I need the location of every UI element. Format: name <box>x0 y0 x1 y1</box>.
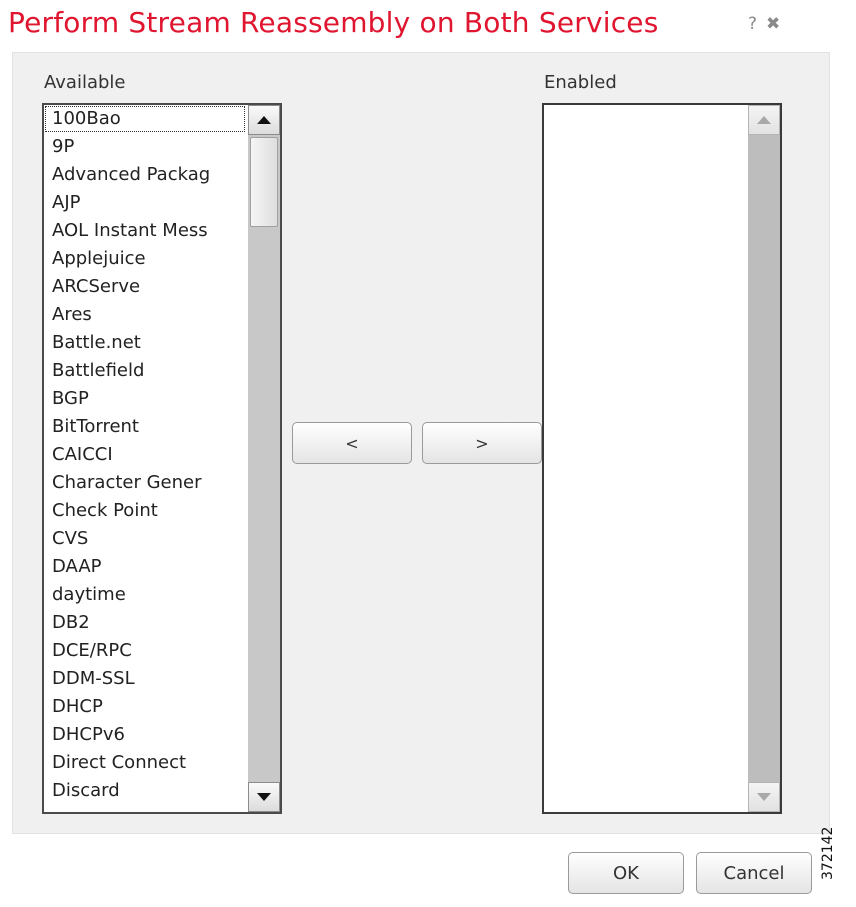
remove-button[interactable]: < <box>292 422 412 464</box>
add-button[interactable]: > <box>422 422 542 464</box>
available-scrollbar[interactable] <box>248 105 280 812</box>
arrow-up-icon <box>257 116 271 124</box>
available-list-item[interactable]: Direct Connect <box>44 749 246 777</box>
available-list-item[interactable]: CAICCI <box>44 441 246 469</box>
scroll-thumb[interactable] <box>250 137 278 227</box>
available-listbox[interactable]: 100Bao 9P Advanced Packag AJP AOL Instant Me… <box>42 103 282 814</box>
available-list-item[interactable]: Character Gener <box>44 469 246 497</box>
available-list-item[interactable]: AOL Instant Mess <box>44 217 246 245</box>
available-list-item[interactable]: DDM-SSL <box>44 665 246 693</box>
available-list-item[interactable]: DCE/RPC <box>44 637 246 665</box>
close-icon[interactable]: ✖ <box>766 14 780 34</box>
available-list-item[interactable]: DHCP <box>44 693 246 721</box>
available-list-item[interactable]: 100Bao <box>44 105 246 133</box>
title-icons: ? ✖ <box>748 14 789 34</box>
available-list-item[interactable]: BitTorrent <box>44 413 246 441</box>
figure-id: 372142 <box>820 826 836 880</box>
available-list-item[interactable]: DB2 <box>44 609 246 637</box>
available-list-item[interactable]: Applejuice <box>44 245 246 273</box>
available-list-item[interactable]: ARCServe <box>44 273 246 301</box>
available-list-item[interactable]: AJP <box>44 189 246 217</box>
arrow-down-icon <box>257 793 271 801</box>
available-label: Available <box>44 72 126 93</box>
arrow-up-icon <box>757 116 771 124</box>
dialog-title: Perform Stream Reassembly on Both Servic… <box>8 6 659 39</box>
arrow-down-icon <box>757 793 771 801</box>
enabled-scroll-down-button <box>748 782 780 812</box>
available-list-item[interactable]: BGP <box>44 385 246 413</box>
ok-button[interactable]: OK <box>568 852 684 894</box>
available-list-item[interactable]: Discard <box>44 777 246 805</box>
help-icon[interactable]: ? <box>748 14 757 34</box>
available-list-item[interactable]: Ares <box>44 301 246 329</box>
available-list-item[interactable]: DHCPv6 <box>44 721 246 749</box>
enabled-listbox[interactable] <box>542 103 782 814</box>
cancel-button[interactable]: Cancel <box>696 852 812 894</box>
available-list-item[interactable]: Battlefield <box>44 357 246 385</box>
enabled-label: Enabled <box>544 72 617 93</box>
available-list-item[interactable]: Advanced Packag <box>44 161 246 189</box>
available-list-item[interactable]: 9P <box>44 133 246 161</box>
available-list-item[interactable]: DAAP <box>44 553 246 581</box>
scroll-down-button[interactable] <box>248 782 280 812</box>
available-list-item[interactable]: Check Point <box>44 497 246 525</box>
enabled-scrollbar <box>748 105 780 812</box>
scroll-up-button[interactable] <box>248 105 280 135</box>
available-list-item[interactable]: daytime <box>44 581 246 609</box>
available-list-item[interactable]: CVS <box>44 525 246 553</box>
available-items: 100Bao 9P Advanced Packag AJP AOL Instant Me… <box>44 105 246 805</box>
available-list-item[interactable]: Battle.net <box>44 329 246 357</box>
enabled-scroll-up-button <box>748 105 780 135</box>
